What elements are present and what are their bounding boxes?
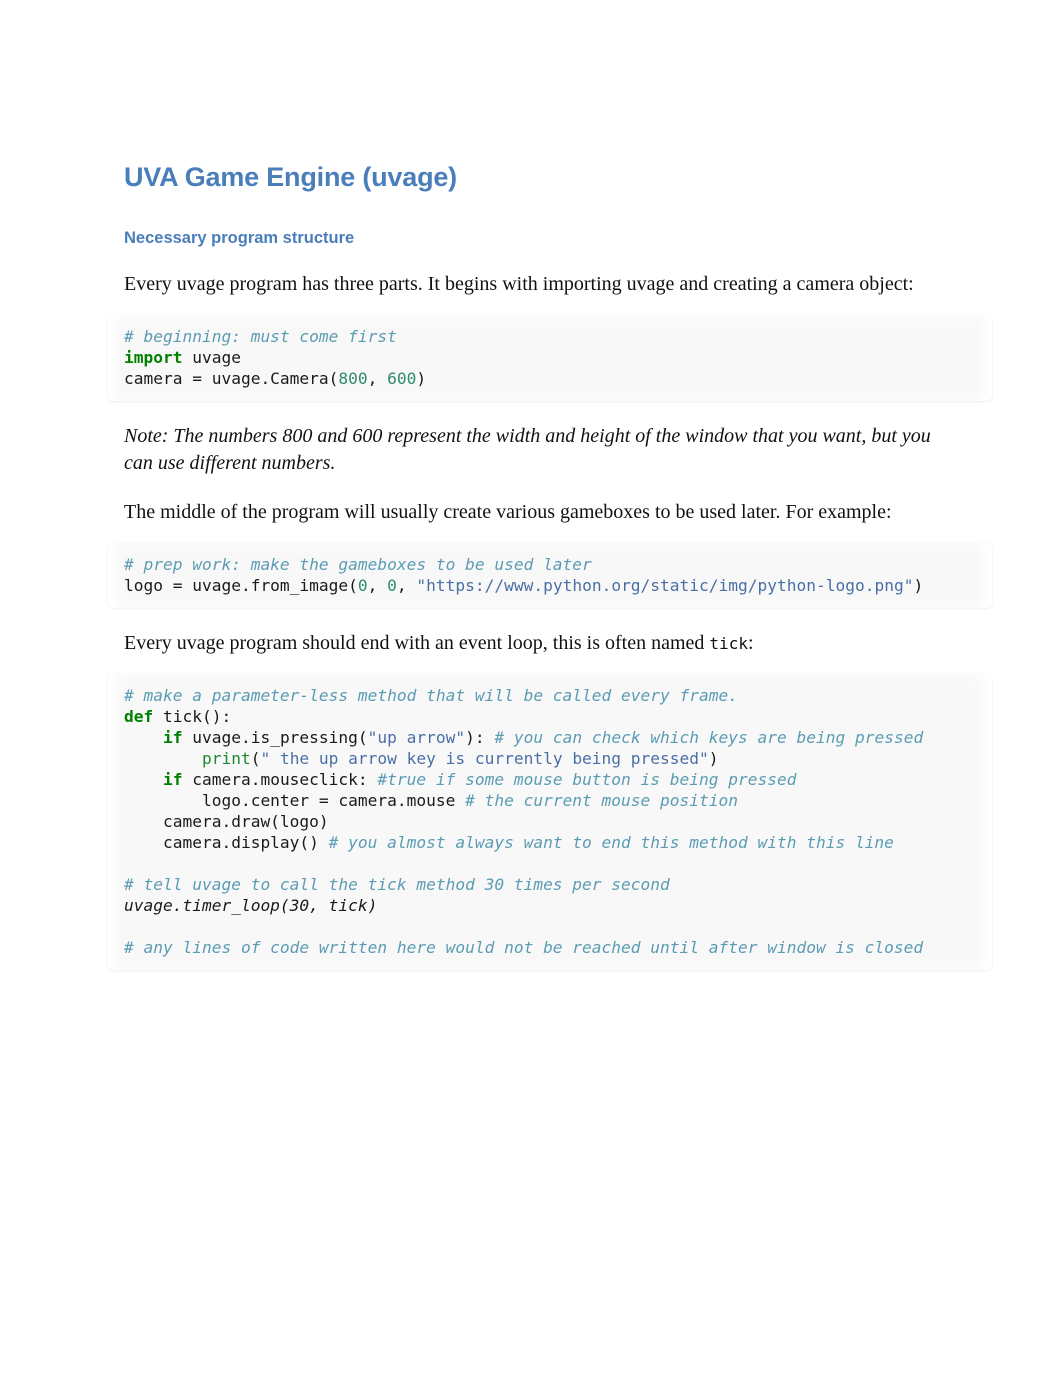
code-token: " the up arrow key is currently being pr…	[260, 749, 709, 768]
code-token: ,	[367, 576, 388, 595]
code-token: ):	[465, 728, 495, 747]
code-token: logo.center = camera.mouse	[124, 791, 466, 810]
code-token: camera.draw(logo)	[124, 812, 329, 831]
code-block-1-content: # beginning: must come first import uvag…	[124, 326, 976, 389]
code-token: # make a parameter-less method that will…	[124, 686, 738, 705]
code-token: ,	[396, 576, 417, 595]
code-token: uvage.is_pressing(	[182, 728, 368, 747]
code-token: print	[201, 749, 251, 768]
code-token: if	[162, 770, 183, 789]
code-block-2-content: # prep work: make the gameboxes to be us…	[124, 554, 976, 596]
paragraph-intro: Every uvage program has three parts. It …	[124, 273, 914, 295]
code-token: logo = uvage.from_image(	[124, 576, 358, 595]
code-block-3-content: # make a parameter-less method that will…	[124, 685, 976, 958]
code-token: "up arrow"	[367, 728, 466, 747]
code-token: camera.mouseclick:	[182, 770, 378, 789]
code-token: # the current mouse position	[465, 791, 738, 810]
code-token: uvage	[182, 348, 241, 367]
code-token: 0	[387, 576, 397, 595]
code-token: # you can check which keys are being pre…	[494, 728, 924, 747]
code-token: # you almost always want to end this met…	[328, 833, 894, 852]
code-token: camera.display()	[124, 833, 329, 852]
code-token: )	[708, 749, 719, 768]
code-token: 800	[338, 369, 368, 388]
code-token: tick():	[153, 707, 232, 726]
code-token: # beginning: must come first	[124, 327, 397, 346]
code-token: uvage.timer_loop(30, tick)	[124, 896, 378, 915]
code-block-2: # prep work: make the gameboxes to be us…	[108, 543, 992, 608]
inline-code-tick: tick	[709, 634, 748, 653]
paragraph-event-loop-post: :	[747, 632, 754, 654]
document-page: UVA Game Engine (uvage) Necessary progra…	[0, 0, 1062, 1377]
paragraph-event-loop-pre: Every uvage program should end with an e…	[124, 632, 710, 654]
code-block-1: # beginning: must come first import uvag…	[108, 315, 992, 401]
code-token: )	[416, 369, 427, 388]
code-token: # any lines of code written here would n…	[124, 938, 924, 957]
code-token: # prep work: make the gameboxes to be us…	[124, 555, 592, 574]
code-token: (	[250, 749, 261, 768]
code-block-3: # make a parameter-less method that will…	[108, 674, 992, 970]
code-token: # tell uvage to call the tick method 30 …	[124, 875, 670, 894]
document-content: UVA Game Engine (uvage) Necessary progra…	[108, 160, 992, 970]
code-token: def	[124, 707, 154, 726]
code-token: )	[913, 576, 924, 595]
code-token: import	[124, 348, 183, 367]
code-token: 600	[387, 369, 417, 388]
code-token: if	[162, 728, 183, 747]
code-token: 0	[357, 576, 368, 595]
code-token: camera = uvage.Camera(	[124, 369, 339, 388]
paragraph-event-loop: Every uvage program should end with an e…	[124, 630, 960, 657]
code-token: ,	[367, 369, 388, 388]
code-token: "https://www.python.org/static/img/pytho…	[416, 576, 914, 595]
page-title: UVA Game Engine (uvage)	[124, 162, 457, 192]
code-token: #true if some mouse button is being pres…	[377, 770, 797, 789]
paragraph-note: Note: The numbers 800 and 600 represent …	[124, 425, 931, 474]
paragraph-middle: The middle of the program will usually c…	[124, 501, 892, 523]
section-heading: Necessary program structure	[124, 229, 355, 247]
